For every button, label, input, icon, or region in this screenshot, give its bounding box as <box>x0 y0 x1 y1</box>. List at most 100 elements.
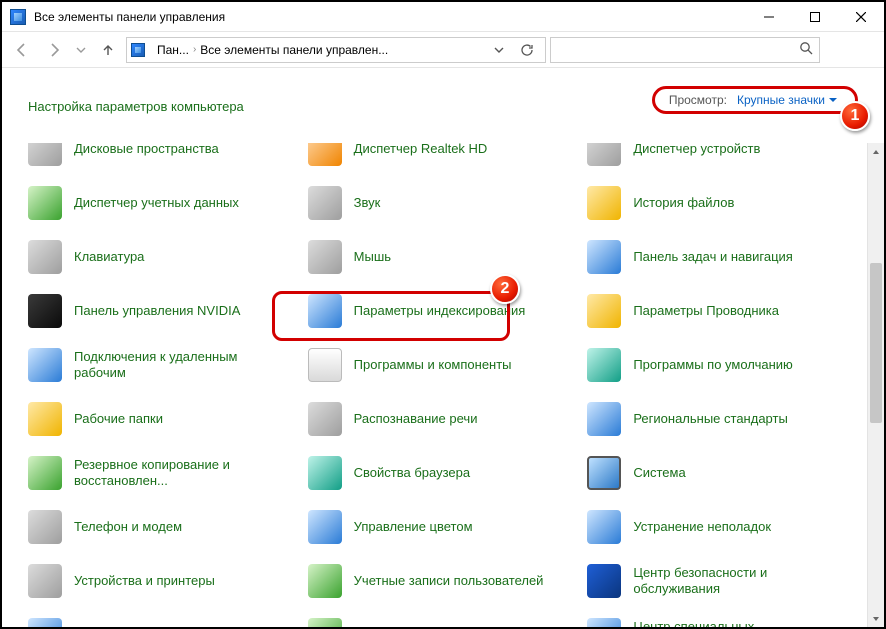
view-value[interactable]: Крупные значки <box>737 93 837 107</box>
work-folders-icon <box>28 402 62 436</box>
caret-down-icon <box>829 96 837 104</box>
control-panel-icon <box>10 9 26 25</box>
control-panel-item[interactable]: Рабочие папки <box>24 399 298 439</box>
control-panel-item[interactable]: Звук <box>304 183 578 223</box>
nvidia-icon <box>28 294 62 328</box>
nav-recent-button[interactable] <box>72 36 90 64</box>
arrow-up-icon <box>100 42 116 58</box>
control-panel-item[interactable]: Клавиатура <box>24 237 298 277</box>
breadcrumb-2[interactable]: Все элементы панели управлен... <box>200 43 388 57</box>
minimize-icon <box>764 12 774 22</box>
control-panel-item[interactable]: Панель задач и навигация <box>583 237 857 277</box>
control-panel-item-label: Центр безопасности и обслуживания <box>633 565 823 598</box>
control-panel-item-label: Распознавание речи <box>354 411 478 427</box>
control-panel-item-label: Центр специальных возможностей <box>633 619 823 627</box>
control-panel-item-label: Панель задач и навигация <box>633 249 793 265</box>
vertical-scrollbar[interactable] <box>867 143 884 627</box>
control-panel-item[interactable]: Программы по умолчанию <box>583 345 857 385</box>
control-panel-item[interactable]: Дисковые пространства <box>24 143 298 169</box>
mouse-icon <box>308 240 342 274</box>
nav-back-button[interactable] <box>8 36 36 64</box>
control-panel-item[interactable]: Параметры Проводника <box>583 291 857 331</box>
nav-forward-button[interactable] <box>40 36 68 64</box>
internet-options-icon <box>308 456 342 490</box>
control-panel-item[interactable]: Параметры индексирования <box>304 291 578 331</box>
address-row: Пан...› Все элементы панели управлен... <box>2 32 884 68</box>
address-history-button[interactable] <box>485 38 513 62</box>
control-panel-item-label: Панель управления NVIDIA <box>74 303 240 319</box>
refresh-icon <box>520 43 534 57</box>
control-panel-item[interactable]: Система <box>583 453 857 493</box>
sound-icon <box>308 186 342 220</box>
control-panel-item[interactable]: Центр синхронизации <box>304 615 578 627</box>
scrollbar-thumb[interactable] <box>870 263 882 423</box>
security-center-icon <box>587 564 621 598</box>
chevron-down-icon <box>494 45 504 55</box>
chevron-right-icon: › <box>193 44 196 55</box>
control-panel-item[interactable]: Программы и компоненты <box>304 345 578 385</box>
control-panel-item[interactable]: Диспетчер учетных данных <box>24 183 298 223</box>
refresh-button[interactable] <box>513 38 541 62</box>
keyboard-icon <box>28 240 62 274</box>
control-panel-item[interactable]: Центр безопасности и обслуживания <box>583 561 857 601</box>
control-panel-item-label: Звук <box>354 195 381 211</box>
address-bar[interactable]: Пан...› Все элементы панели управлен... <box>126 37 546 63</box>
control-panel-item[interactable]: Телефон и модем <box>24 507 298 547</box>
speech-icon <box>308 402 342 436</box>
control-panel-item-label: Диспетчер Realtek HD <box>354 143 488 157</box>
scroll-down-button[interactable] <box>868 610 884 627</box>
control-panel-item-label: История файлов <box>633 195 734 211</box>
control-panel-item-label: Диспетчер учетных данных <box>74 195 239 211</box>
close-icon <box>856 12 866 22</box>
search-input[interactable] <box>550 37 820 63</box>
breadcrumb-2-label: Все элементы панели управлен... <box>200 43 388 57</box>
control-panel-item[interactable]: Управление цветом <box>304 507 578 547</box>
annotation-badge-1: 1 <box>840 101 870 131</box>
control-panel-item[interactable]: Панель управления NVIDIA <box>24 291 298 331</box>
control-panel-item-label: Система <box>633 465 685 481</box>
control-panel-item-label: Учетные записи пользователей <box>354 573 544 589</box>
control-panel-item[interactable]: Мышь <box>304 237 578 277</box>
control-panel-item[interactable]: Учетные записи пользователей <box>304 561 578 601</box>
nav-up-button[interactable] <box>94 36 122 64</box>
color-mgmt-icon <box>308 510 342 544</box>
control-panel-item[interactable]: Диспетчер устройств <box>583 143 857 169</box>
control-panel-item[interactable]: Устройства и принтеры <box>24 561 298 601</box>
taskbar-icon <box>587 240 621 274</box>
control-panel-item-label: Устройства и принтеры <box>74 573 215 589</box>
control-panel-item-label: Резервное копирование и восстановлен... <box>74 457 264 490</box>
control-panel-item[interactable]: Устранение неполадок <box>583 507 857 547</box>
troubleshoot-icon <box>587 510 621 544</box>
view-label: Просмотр: <box>669 93 727 107</box>
minimize-button[interactable] <box>746 2 792 31</box>
control-panel-item-label: Параметры индексирования <box>354 303 526 319</box>
view-selector[interactable]: Просмотр: Крупные значки <box>652 86 858 114</box>
control-panel-item[interactable]: Диспетчер Realtek HD <box>304 143 578 169</box>
control-panel-item[interactable]: Региональные стандарты <box>583 399 857 439</box>
control-panel-item[interactable]: Центр мобильности Windows <box>24 615 298 627</box>
control-panel-item[interactable]: Подключения к удаленным рабочим <box>24 345 298 385</box>
control-panel-item[interactable]: Распознавание речи <box>304 399 578 439</box>
triangle-up-icon <box>872 148 880 156</box>
maximize-button[interactable] <box>792 2 838 31</box>
mobility-center-icon <box>28 618 62 627</box>
backup-icon <box>28 456 62 490</box>
close-button[interactable] <box>838 2 884 31</box>
scroll-up-button[interactable] <box>868 143 884 160</box>
content-header: Настройка параметров компьютера Просмотр… <box>2 68 884 126</box>
control-panel-item[interactable]: Резервное копирование и восстановлен... <box>24 453 298 493</box>
control-panel-item[interactable]: Центр специальных возможностей <box>583 615 857 627</box>
control-panel-icon <box>131 43 145 57</box>
explorer-options-icon <box>587 294 621 328</box>
window-title: Все элементы панели управления <box>34 10 746 24</box>
realtek-icon <box>308 143 342 166</box>
breadcrumb-1[interactable]: Пан...› <box>157 43 196 57</box>
control-panel-item-label: Параметры Проводника <box>633 303 779 319</box>
control-panel-item[interactable]: Свойства браузера <box>304 453 578 493</box>
devices-printers-icon <box>28 564 62 598</box>
control-panel-item-label: Диспетчер устройств <box>633 143 760 157</box>
control-panel-item[interactable]: История файлов <box>583 183 857 223</box>
control-panel-item-label: Рабочие папки <box>74 411 163 427</box>
control-panel-item-label: Программы по умолчанию <box>633 357 792 373</box>
chevron-down-icon <box>76 45 86 55</box>
